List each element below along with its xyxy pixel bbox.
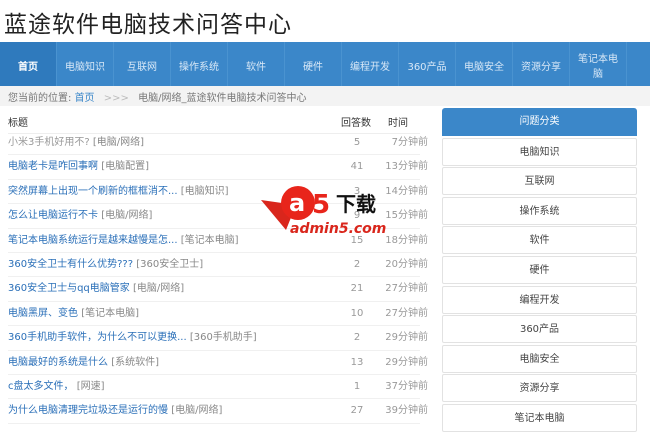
category-sidebar: 问题分类 电脑知识 互联网 操作系统 软件 硬件 编程开发 360产品 电脑安全 资源分享 笔记本… (442, 108, 637, 432)
question-link[interactable]: 为什么电脑清理完垃圾还是运行的慢 [电脑/网络] (8, 399, 222, 422)
question-category[interactable]: [电脑/网络] (171, 405, 222, 416)
nav-item[interactable]: 互联网 (114, 42, 171, 92)
answer-count: 1 (353, 380, 361, 392)
header-answers: 回答数 (341, 118, 371, 129)
table-row: 电脑黑屏、变色 [笔记本电脑] 10 27分钟前 (8, 302, 428, 327)
question-link[interactable]: 电脑老卡是咋回事啊 [电脑配置] (8, 155, 149, 178)
answer-count: 2 (353, 258, 361, 270)
nav-item[interactable]: 首页 (0, 42, 57, 92)
sidebar-title: 问题分类 (442, 108, 637, 136)
table-row: 电脑最好的系统是什么 [系统软件] 13 29分钟前 (8, 351, 428, 375)
table-row: 为什么电脑清理完垃圾还是运行的慢 [电脑/网络] 27 39分钟前 (8, 399, 428, 424)
answer-count: 2 (353, 332, 361, 344)
table-row: c盘太多文件， [网速] 1 37分钟前 (8, 375, 428, 400)
main-nav: 首页 电脑知识 互联网 操作系统 软件 硬件 编程开发 360产品 电脑安全 资源分享 笔记本电脑 (0, 42, 650, 92)
sidebar-category-item[interactable]: 电脑安全 (442, 344, 637, 373)
question-time: 39分钟前 (385, 405, 428, 417)
question-link[interactable]: 笔记本电脑系统运行是越来越慢是怎... [笔记本电脑] (8, 229, 239, 252)
question-category[interactable]: [360安全卫士] (136, 259, 203, 270)
question-category[interactable]: [系统软件] (111, 357, 159, 368)
question-title[interactable]: 电脑老卡是咋回事啊 (8, 161, 98, 172)
question-title[interactable]: 电脑最好的系统是什么 (8, 357, 108, 368)
header-time: 时间 (388, 118, 408, 129)
table-row: 360安全卫士与qq电脑管家 [电脑/网络] 21 27分钟前 (8, 277, 428, 302)
question-category[interactable]: [网速] (77, 381, 105, 392)
question-category[interactable]: [电脑/网络] (101, 210, 152, 221)
sidebar-category-item[interactable]: 360产品 (442, 315, 637, 344)
sidebar-category-item[interactable]: 资源分享 (442, 374, 637, 403)
sidebar-category-item[interactable]: 互联网 (442, 167, 637, 196)
site-title: 蓝途软件电脑技术问答中心 (4, 12, 292, 38)
nav-item[interactable]: 操作系统 (171, 42, 228, 92)
question-link[interactable]: 电脑最好的系统是什么 [系统软件] (8, 351, 159, 374)
question-title[interactable]: 小米3手机好用不? (8, 137, 90, 148)
question-link[interactable]: 360安全卫士有什么优势??? [360安全卫士] (8, 253, 203, 276)
nav-item[interactable]: 软件 (228, 42, 285, 92)
question-title[interactable]: 为什么电脑清理完垃圾还是运行的慢 (8, 405, 168, 416)
question-time: 29分钟前 (385, 356, 428, 368)
question-time: 7分钟前 (391, 137, 428, 148)
watermark-logo: a 5 下载 admin5.com (261, 186, 386, 237)
breadcrumb-separator: >>> (103, 93, 129, 104)
question-title[interactable]: 笔记本电脑系统运行是越来越慢是怎... (8, 235, 178, 246)
question-title[interactable]: 360安全卫士与qq电脑管家 (8, 283, 130, 294)
answer-count: 13 (350, 356, 364, 368)
nav-item[interactable]: 硬件 (285, 42, 342, 92)
sidebar-category-item[interactable]: 编程开发 (442, 285, 637, 314)
table-row: 小米3手机好用不? [电脑/网络] 5 7分钟前 (8, 131, 428, 156)
table-row: 360手机助手软件，为什么不可以更换... [360手机助手] 2 29分钟前 (8, 326, 428, 351)
question-title[interactable]: 360手机助手软件，为什么不可以更换... (8, 332, 187, 343)
question-link[interactable]: 小米3手机好用不? [电脑/网络] (8, 131, 144, 154)
nav-item[interactable]: 360产品 (399, 42, 456, 92)
question-time: 27分钟前 (385, 307, 428, 319)
question-link[interactable]: 360安全卫士与qq电脑管家 [电脑/网络] (8, 277, 184, 300)
question-category[interactable]: [电脑/网络] (93, 137, 144, 148)
question-category[interactable]: [360手机助手] (190, 332, 257, 343)
table-row: 360安全卫士有什么优势??? [360安全卫士] 2 20分钟前 (8, 253, 428, 278)
svg-text:下载: 下载 (336, 192, 376, 216)
question-category[interactable]: [笔记本电脑] (181, 235, 239, 246)
answer-count: 27 (350, 405, 364, 417)
breadcrumb-prefix: 您当前的位置: (8, 93, 72, 104)
sidebar-category-item[interactable]: 操作系统 (442, 196, 637, 225)
question-category[interactable]: [笔记本电脑] (81, 308, 139, 319)
sidebar-category-item[interactable]: 硬件 (442, 255, 637, 284)
sidebar-category-item[interactable]: 电脑知识 (442, 137, 637, 166)
nav-item[interactable]: 电脑安全 (456, 42, 513, 92)
question-title[interactable]: 360安全卫士有什么优势??? (8, 259, 133, 270)
question-link[interactable]: 360手机助手软件，为什么不可以更换... [360手机助手] (8, 326, 257, 349)
breadcrumb: 您当前的位置: 首页 >>> 电脑/网络_蓝途软件电脑技术问答中心 (0, 86, 650, 106)
breadcrumb-home-link[interactable]: 首页 (75, 93, 95, 104)
question-category[interactable]: [电脑配置] (101, 161, 149, 172)
question-title[interactable]: c盘太多文件， (8, 381, 74, 392)
sidebar-category-item[interactable]: 软件 (442, 226, 637, 255)
question-category[interactable]: [电脑/网络] (133, 283, 184, 294)
question-link[interactable]: 电脑黑屏、变色 [笔记本电脑] (8, 302, 139, 325)
answer-count: 10 (350, 307, 364, 319)
header-title: 标题 (8, 118, 28, 129)
question-time: 27分钟前 (385, 283, 428, 295)
nav-item[interactable]: 资源分享 (513, 42, 570, 92)
question-title[interactable]: 电脑黑屏、变色 (8, 308, 78, 319)
question-link[interactable]: 突然屏幕上出现一个刷新的框框消不... [电脑知识] (8, 180, 229, 203)
question-time: 37分钟前 (385, 380, 428, 392)
svg-text:a: a (289, 189, 305, 217)
nav-item[interactable]: 电脑知识 (57, 42, 114, 92)
breadcrumb-current: 电脑/网络_蓝途软件电脑技术问答中心 (138, 93, 307, 104)
question-link[interactable]: c盘太多文件， [网速] (8, 375, 105, 398)
svg-text:admin5.com: admin5.com (290, 221, 386, 237)
question-category[interactable]: [电脑知识] (181, 186, 229, 197)
svg-text:5: 5 (312, 190, 330, 220)
nav-item[interactable]: 编程开发 (342, 42, 399, 92)
question-time: 20分钟前 (385, 258, 428, 270)
answer-count: 21 (350, 283, 364, 295)
answer-count: 5 (353, 137, 361, 148)
question-time: 29分钟前 (385, 332, 428, 344)
nav-item[interactable]: 笔记本电脑 (570, 42, 627, 92)
question-title[interactable]: 怎么让电脑运行不卡 (8, 210, 98, 221)
question-link[interactable]: 怎么让电脑运行不卡 [电脑/网络] (8, 204, 152, 227)
sidebar-category-item[interactable]: 笔记本电脑 (442, 403, 637, 432)
question-title[interactable]: 突然屏幕上出现一个刷新的框框消不... (8, 186, 178, 197)
